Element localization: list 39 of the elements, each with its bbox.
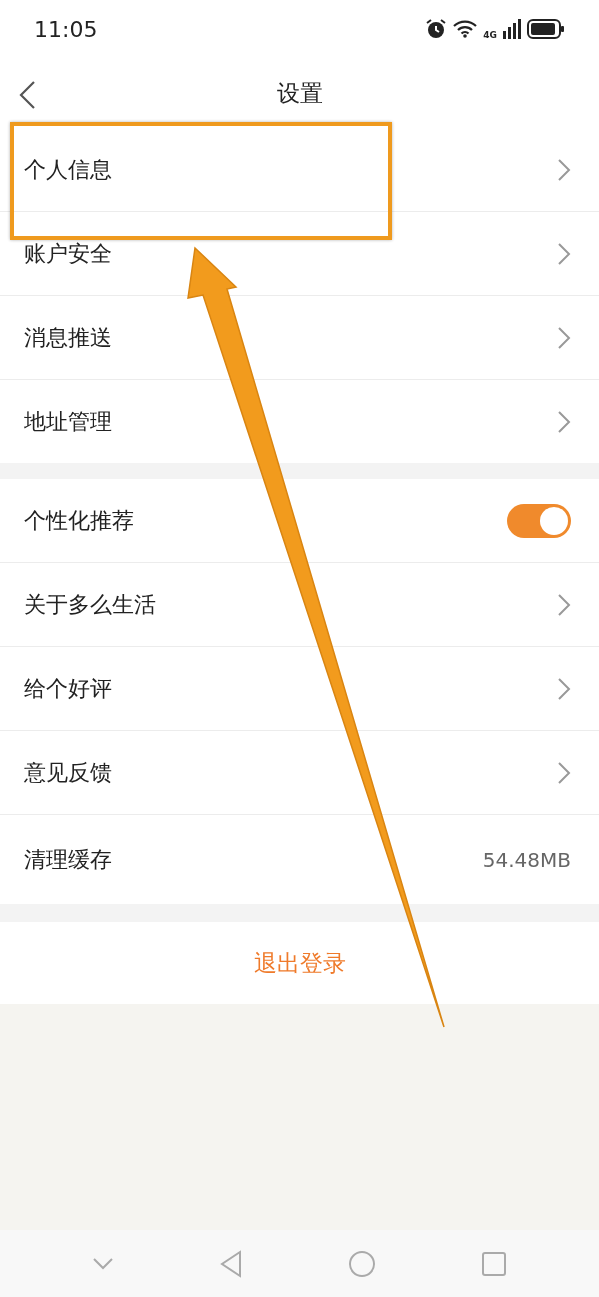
home-circle-icon[interactable] xyxy=(347,1249,376,1278)
chevron-right-icon xyxy=(557,676,571,701)
setting-label: 个性化推荐 xyxy=(24,506,135,535)
setting-row[interactable]: 账户安全 xyxy=(0,212,599,296)
battery-icon xyxy=(527,19,565,39)
setting-label: 给个好评 xyxy=(24,674,113,703)
setting-label: 消息推送 xyxy=(24,323,113,352)
recents-square-icon[interactable] xyxy=(480,1250,507,1277)
setting-row[interactable]: 地址管理 xyxy=(0,380,599,463)
alarm-clock-icon xyxy=(425,18,448,40)
setting-row[interactable]: 给个好评 xyxy=(0,647,599,731)
wifi-icon xyxy=(453,20,478,38)
chevron-right-icon xyxy=(557,325,571,350)
network-type: 4G xyxy=(483,30,497,40)
chevron-right-icon xyxy=(557,409,571,434)
status-time: 11:05 xyxy=(34,16,98,42)
setting-label: 关于多么生活 xyxy=(24,590,157,619)
signal-icon xyxy=(503,19,521,39)
chevron-right-icon xyxy=(557,592,571,617)
page-title: 设置 xyxy=(276,78,323,108)
setting-label: 个人信息 xyxy=(24,155,113,184)
setting-row[interactable]: 个人信息 xyxy=(0,128,599,212)
setting-row[interactable]: 消息推送 xyxy=(0,296,599,380)
back-triangle-icon[interactable] xyxy=(219,1249,244,1278)
chevron-right-icon xyxy=(557,241,571,266)
toggle-switch[interactable] xyxy=(507,503,571,538)
setting-row[interactable]: 意见反馈 xyxy=(0,731,599,815)
setting-row[interactable]: 关于多么生活 xyxy=(0,563,599,647)
chevron-down-icon[interactable] xyxy=(92,1256,115,1271)
setting-label: 清理缓存 xyxy=(24,845,113,874)
chevron-right-icon xyxy=(557,157,571,182)
back-icon[interactable] xyxy=(18,80,38,110)
cache-size: 54.48MB xyxy=(482,847,571,872)
setting-row[interactable]: 个性化推荐 xyxy=(0,479,599,563)
setting-label: 地址管理 xyxy=(24,407,113,436)
setting-label: 意见反馈 xyxy=(24,758,113,787)
setting-label: 账户安全 xyxy=(24,239,113,268)
setting-row[interactable]: 清理缓存 54.48MB xyxy=(0,815,599,904)
chevron-right-icon xyxy=(557,760,571,785)
